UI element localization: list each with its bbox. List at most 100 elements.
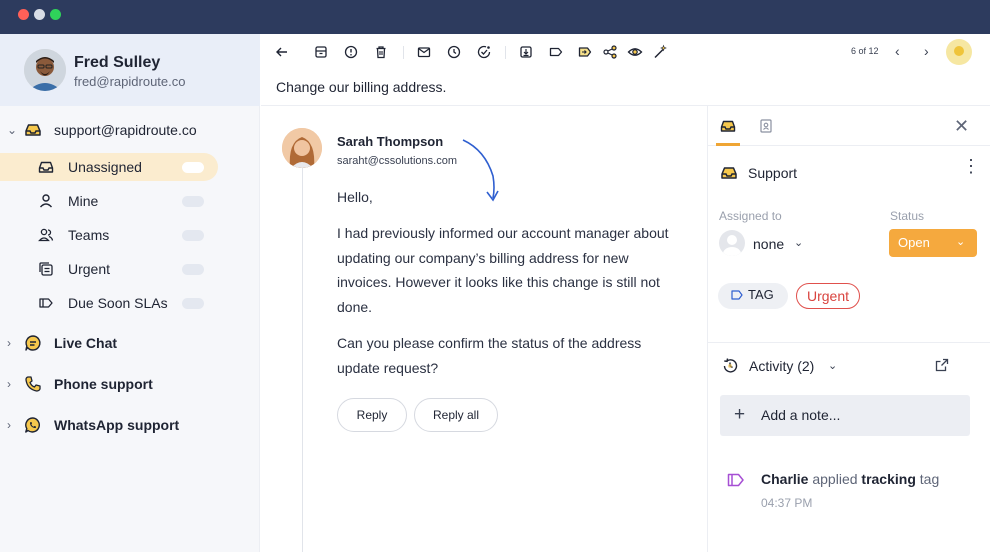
urgent-tag[interactable]: Urgent <box>796 283 860 309</box>
thread-line <box>302 160 303 552</box>
log-object: tracking <box>861 471 916 487</box>
plus-icon: + <box>734 404 746 425</box>
add-note-input[interactable]: + Add a note... <box>720 395 970 436</box>
email-paragraph: Can you please confirm the status of the… <box>337 335 642 376</box>
snooze-check-icon[interactable] <box>476 44 492 60</box>
account-support[interactable]: ⌄ support@rapidroute.co <box>0 116 260 144</box>
assignee-avatar <box>719 230 745 256</box>
folder-teams[interactable]: Teams <box>0 221 218 249</box>
window-titlebar <box>0 0 990 34</box>
count-badge <box>182 196 204 207</box>
tag-icon <box>731 290 743 300</box>
inbox-icon <box>721 167 737 179</box>
avatar <box>24 49 66 91</box>
count-badge <box>182 264 204 275</box>
chevron-right-icon[interactable]: › <box>7 336 11 350</box>
account-label: WhatsApp support <box>54 417 180 433</box>
email-paragraph: Hello, <box>337 189 373 205</box>
profile-name: Fred Sulley <box>74 54 161 71</box>
inbox-name: Support <box>748 165 798 181</box>
maximize-window-button[interactable] <box>50 9 61 20</box>
status-dropdown[interactable]: Open ⌄ <box>889 229 977 257</box>
activity-log-entry: Charlie applied tracking tag <box>761 471 939 487</box>
sender-email: saraht@cssolutions.com <box>337 155 457 167</box>
whatsapp-icon <box>25 417 40 433</box>
count-badge <box>182 298 204 309</box>
chat-bubble-icon <box>25 335 41 351</box>
assignee-select[interactable]: none <box>753 236 784 252</box>
people-icon <box>38 228 54 242</box>
account-label: Phone support <box>54 376 153 392</box>
close-window-button[interactable] <box>18 9 29 20</box>
status-value: Open <box>898 235 930 250</box>
archive-icon[interactable] <box>313 44 329 60</box>
sidebar: Fred Sulley fred@rapidroute.co ⌄ support… <box>0 34 260 552</box>
trash-icon[interactable] <box>373 44 389 60</box>
account-label: Live Chat <box>54 335 118 351</box>
share-icon[interactable] <box>602 44 618 60</box>
account-live-chat[interactable]: › Live Chat <box>0 329 260 357</box>
folder-mine[interactable]: Mine <box>0 187 218 215</box>
folder-due-soon-slas[interactable]: Due Soon SLAs <box>0 289 218 317</box>
folder-unassigned[interactable]: Unassigned <box>0 153 218 181</box>
email-paragraph: I had previously informed our account ma… <box>337 225 669 315</box>
chevron-right-icon[interactable]: › <box>7 418 11 432</box>
clock-icon[interactable] <box>446 44 462 60</box>
eye-icon[interactable] <box>627 44 643 60</box>
toolbar-divider <box>403 46 404 59</box>
close-panel-icon[interactable]: ✕ <box>954 116 969 137</box>
tag-icon <box>39 298 53 308</box>
account-phone-support[interactable]: › Phone support <box>0 370 260 398</box>
count-badge <box>182 230 204 241</box>
mail-icon[interactable] <box>416 44 432 60</box>
sender-avatar <box>282 128 322 168</box>
details-panel: ✕ Support ⋮ Assigned to Status none ⌄ Op… <box>707 106 990 552</box>
minimize-window-button[interactable] <box>34 9 45 20</box>
activity-history-icon <box>723 358 738 373</box>
active-tab-indicator <box>716 143 740 146</box>
section-divider <box>708 342 990 343</box>
subject-bar: Change our billing address. <box>261 70 990 106</box>
account-whatsapp-support[interactable]: › WhatsApp support <box>0 411 260 439</box>
move-icon[interactable] <box>518 44 534 60</box>
folder-label: Unassigned <box>68 159 142 175</box>
agent-avatar[interactable] <box>946 39 972 65</box>
reply-button[interactable]: Reply <box>337 398 407 432</box>
tab-inbox-icon[interactable] <box>720 118 736 134</box>
page-counter: 6 of 12 <box>851 46 879 56</box>
chevron-down-icon[interactable]: ⌄ <box>794 236 803 249</box>
open-external-icon[interactable] <box>934 357 950 373</box>
log-actor: Charlie <box>761 471 809 487</box>
sender-name: Sarah Thompson <box>337 134 444 149</box>
folder-label: Due Soon SLAs <box>68 295 168 311</box>
log-suffix: tag <box>919 471 940 487</box>
more-options-icon[interactable]: ⋮ <box>962 157 980 175</box>
chevron-right-icon[interactable]: › <box>7 377 11 391</box>
conversation-subject: Change our billing address. <box>276 79 447 95</box>
account-label: support@rapidroute.co <box>54 122 197 138</box>
folder-label: Urgent <box>68 261 111 277</box>
profile-email: fred@rapidroute.co <box>74 74 186 89</box>
details-tabs: ✕ <box>708 106 990 146</box>
inbox-icon <box>25 124 41 136</box>
user-profile[interactable]: Fred Sulley fred@rapidroute.co <box>0 34 260 106</box>
tab-contact-icon[interactable] <box>758 118 774 134</box>
toolbar-divider <box>505 46 506 59</box>
next-conversation-button[interactable]: › <box>924 43 929 59</box>
alert-icon[interactable] <box>343 44 359 60</box>
reply-all-button[interactable]: Reply all <box>414 398 498 432</box>
count-badge <box>182 162 204 173</box>
folder-urgent[interactable]: Urgent <box>0 255 218 283</box>
tag-button[interactable]: TAG <box>718 283 788 309</box>
tag-flag-icon[interactable] <box>577 44 593 60</box>
previous-conversation-button[interactable]: ‹ <box>895 43 900 59</box>
add-note-placeholder: Add a note... <box>761 407 841 423</box>
label-icon[interactable] <box>548 44 564 60</box>
chevron-down-icon[interactable]: ⌄ <box>828 359 837 372</box>
magic-wand-icon[interactable] <box>652 44 668 60</box>
folder-label: Mine <box>68 193 99 209</box>
activity-title[interactable]: Activity (2) <box>749 358 814 374</box>
back-arrow-icon[interactable] <box>274 44 290 60</box>
chevron-down-icon[interactable]: ⌄ <box>7 123 17 137</box>
tag-icon <box>727 473 744 487</box>
